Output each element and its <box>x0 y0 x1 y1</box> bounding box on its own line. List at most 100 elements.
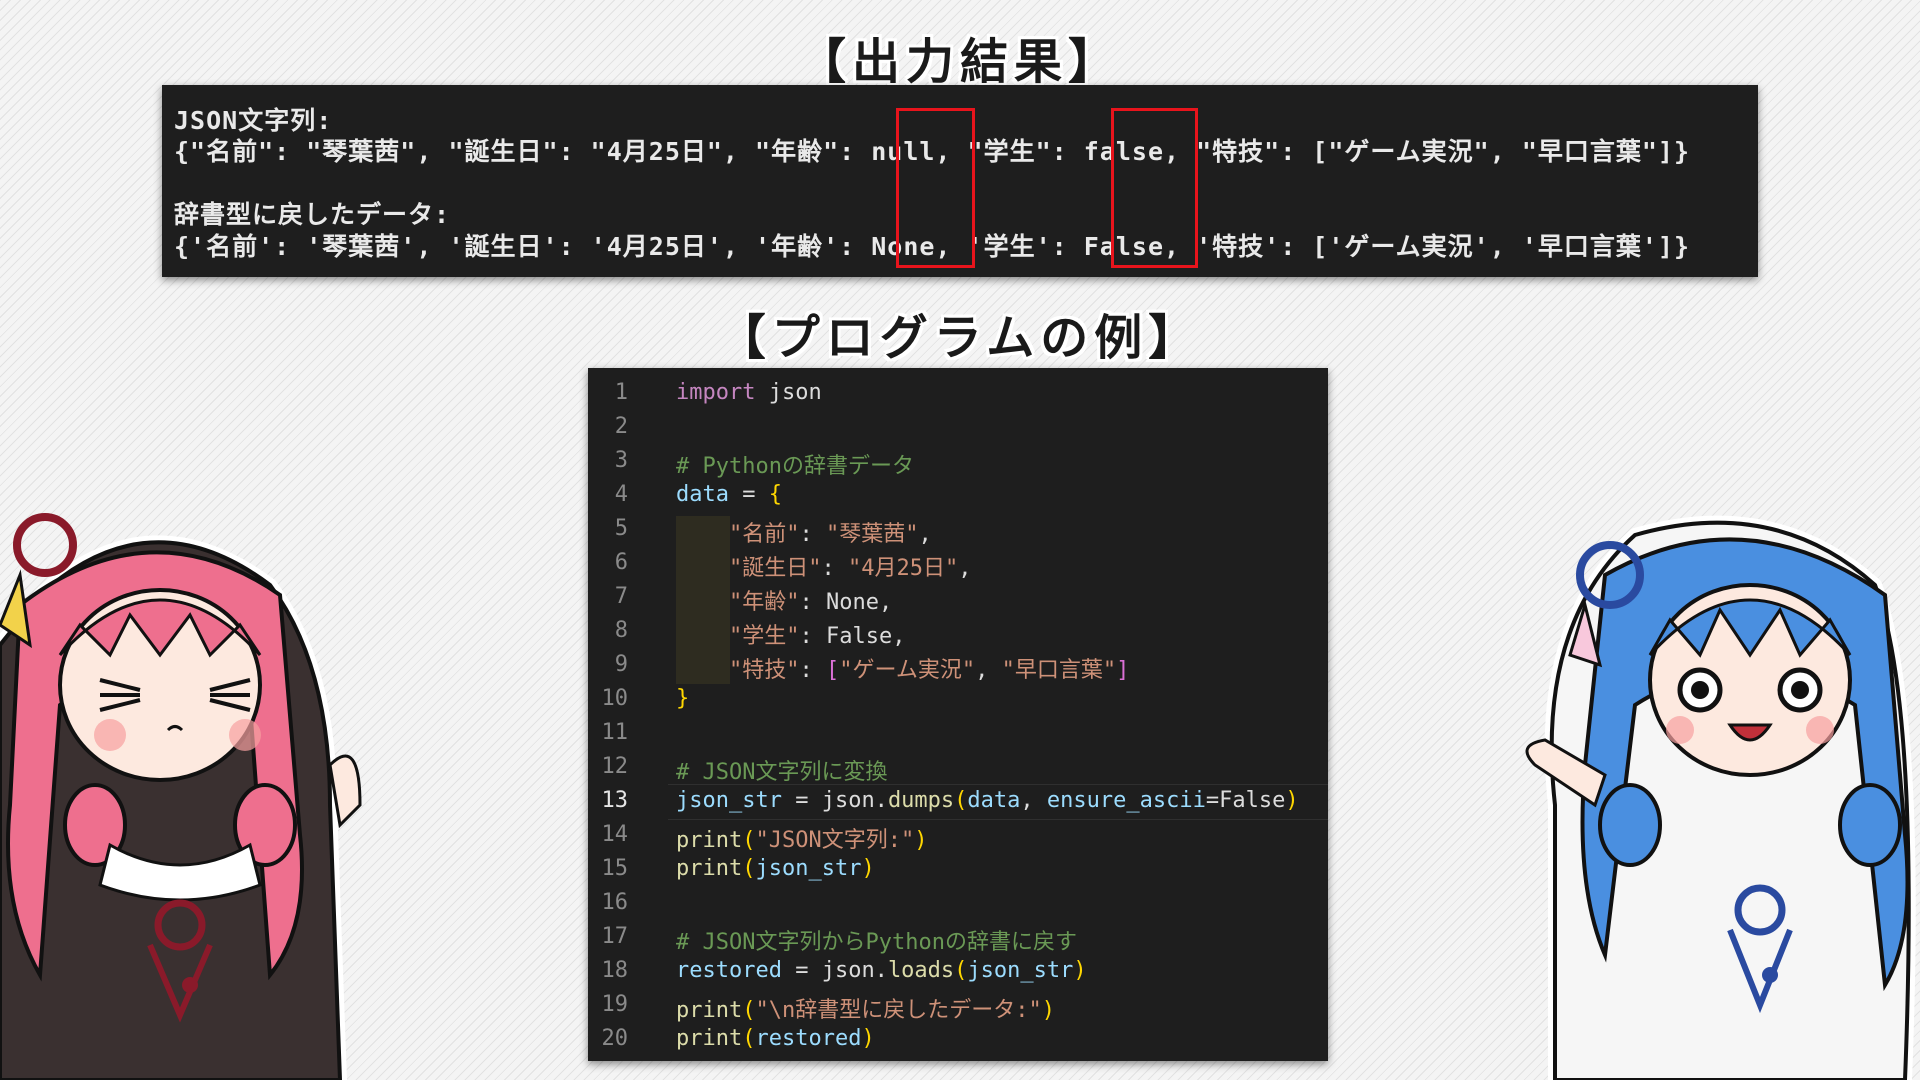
code-token: "特技" <box>728 658 800 683</box>
code-token: , <box>918 522 932 547</box>
code-token: # Pythonの辞書データ <box>676 454 914 479</box>
code-text: "年齢": None, <box>676 584 892 616</box>
code-line[interactable]: 13 json_str = json.dumps(data, ensure_asc… <box>588 784 1328 818</box>
code-token: , <box>958 556 972 581</box>
code-line[interactable]: 11 <box>588 716 1328 750</box>
code-token: ( <box>742 998 756 1023</box>
line-number: 16 <box>601 890 629 915</box>
line-number: 8 <box>614 618 628 643</box>
code-token: import <box>676 380 756 405</box>
code-line[interactable]: 2 <box>588 410 1328 444</box>
right-character-illustration <box>1525 515 1916 1080</box>
code-line[interactable]: 6 "誕生日": "4月25日", <box>588 546 1328 581</box>
code-text: data = { <box>676 482 782 507</box>
code-line[interactable]: 7 "年齢": None, <box>588 580 1328 616</box>
code-token: loads <box>887 958 955 983</box>
code-line[interactable]: 5 "名前": "琴葉茜", <box>588 512 1328 548</box>
output-heading: 【出力結果】 <box>797 34 1122 90</box>
program-heading: 【プログラムの例】 <box>717 310 1203 366</box>
code-text: } <box>676 686 689 711</box>
code-text: json_str = json.dumps(data, ensure_ascii… <box>676 788 1299 813</box>
line-number: 9 <box>614 652 628 677</box>
code-editor[interactable]: 1 import json 2 3 # Pythonの辞書データ 4 data = {5 "… <box>588 368 1328 1061</box>
code-token: json_str <box>676 788 782 813</box>
code-token: # JSON文字列からPythonの辞書に戻す <box>676 930 1077 955</box>
code-text: print("\n辞書型に戻したデータ:") <box>676 992 1055 1024</box>
code-line[interactable]: 9 "特技": ["ゲーム実況", "早口言葉"] <box>588 648 1328 684</box>
line-number: 12 <box>601 754 629 779</box>
code-line[interactable]: 18 restored = json.loads(json_str) <box>588 954 1328 988</box>
code-token: =False <box>1205 788 1286 813</box>
code-line[interactable]: 15 print(json_str) <box>588 852 1328 886</box>
code-token: ) <box>861 1026 875 1051</box>
code-token: data <box>967 788 1021 813</box>
code-token: print <box>676 856 743 881</box>
code-token: "年齢" <box>728 590 800 615</box>
line-number: 10 <box>601 686 629 711</box>
code-token: ) <box>1285 788 1299 813</box>
line-number: 6 <box>614 550 628 575</box>
code-text: "名前": "琴葉茜", <box>676 516 932 548</box>
code-token: ( <box>742 856 756 881</box>
code-line[interactable]: 8 "学生": False, <box>588 614 1328 649</box>
line-number: 3 <box>614 448 628 473</box>
line-number: 11 <box>601 720 629 745</box>
code-token: ) <box>1073 958 1087 983</box>
terminal-output-panel: JSON文字列: {"名前": "琴葉茜", "誕生日": "4月25日", "… <box>162 85 1758 277</box>
code-token: } <box>676 686 690 711</box>
code-token: data <box>676 482 729 507</box>
code-line[interactable]: 20 print(restored) <box>588 1022 1328 1056</box>
code-token: : False, <box>799 624 906 649</box>
code-token: ] <box>1116 658 1130 683</box>
line-number: 7 <box>614 584 628 609</box>
code-line[interactable]: 14 print("JSON文字列:") <box>588 818 1328 853</box>
line-number: 15 <box>601 856 629 881</box>
output-line: 辞書型に戻したデータ: <box>174 200 451 229</box>
code-token: = <box>728 482 769 507</box>
code-token: json_str <box>755 856 862 881</box>
code-token: ( <box>954 788 968 813</box>
code-token: { <box>768 482 782 507</box>
line-number: 13 <box>601 788 629 813</box>
line-number: 20 <box>601 1026 629 1051</box>
code-token: restored <box>755 1026 862 1051</box>
code-token: ) <box>914 828 928 853</box>
code-line[interactable]: 3 # Pythonの辞書データ <box>588 444 1328 479</box>
null-highlight-box <box>896 108 975 268</box>
code-token: "誕生日" <box>728 556 822 581</box>
code-token: , <box>975 658 1002 683</box>
code-token: json_str <box>967 958 1074 983</box>
line-number: 1 <box>614 380 628 405</box>
false-highlight-box <box>1111 108 1198 268</box>
code-line[interactable]: 19 print("\n辞書型に戻したデータ:") <box>588 988 1328 1024</box>
code-line[interactable]: 17 # JSON文字列からPythonの辞書に戻す <box>588 920 1328 955</box>
code-token: json <box>755 380 822 405</box>
code-text: restored = json.loads(json_str) <box>676 958 1087 983</box>
code-token: "琴葉茜" <box>825 522 919 547</box>
code-text: import json <box>676 380 822 405</box>
code-line[interactable]: 4 data = { <box>588 478 1328 512</box>
code-text: print(restored) <box>676 1026 875 1051</box>
line-number: 5 <box>614 516 628 541</box>
code-token: = json. <box>781 788 888 813</box>
code-line[interactable]: 16 <box>588 886 1328 920</box>
line-number: 4 <box>614 482 628 507</box>
code-line[interactable]: 1 import json <box>588 376 1328 410</box>
code-token: "ゲーム実況" <box>839 658 976 683</box>
code-line[interactable]: 10} <box>588 682 1328 716</box>
code-token: ) <box>861 856 875 881</box>
line-number: 14 <box>601 822 629 847</box>
line-number: 19 <box>601 992 629 1017</box>
line-number: 18 <box>601 958 629 983</box>
line-number: 2 <box>614 414 628 439</box>
code-token: ) <box>1041 998 1055 1023</box>
code-text: "特技": ["ゲーム実況", "早口言葉"] <box>676 652 1129 684</box>
code-token: : <box>799 522 826 547</box>
code-token: ( <box>742 828 756 853</box>
code-line[interactable]: 12 # JSON文字列に変換 <box>588 750 1328 785</box>
code-token: "学生" <box>728 624 800 649</box>
